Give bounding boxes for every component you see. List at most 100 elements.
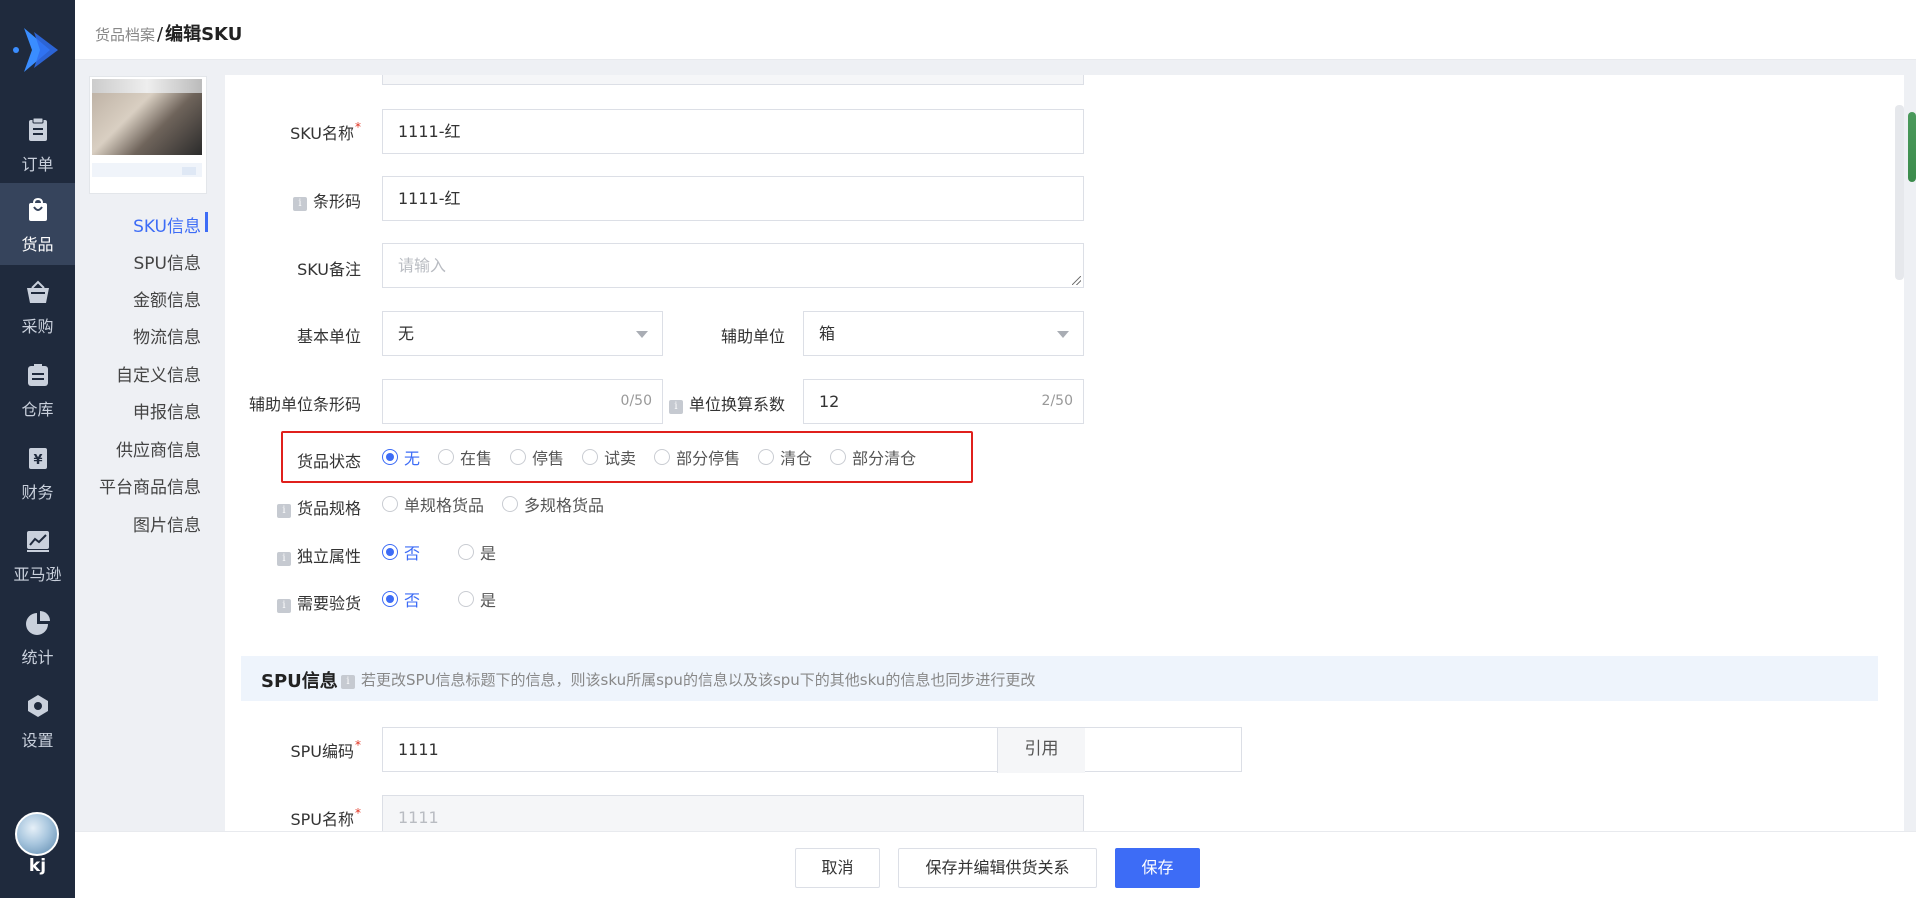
barcode-label: i 条形码 [292,188,361,212]
radio-button[interactable] [502,496,519,512]
svg-text:¥: ¥ [33,453,42,468]
section-nav-images[interactable]: 图片信息 [133,511,201,536]
nav-item-finance[interactable]: ¥ 财务 [0,431,75,513]
nav-item-statistics[interactable]: 统计 [0,596,75,678]
goods-spec-option-single[interactable]: 单规格货品 [382,492,484,516]
radio-button[interactable] [458,591,475,607]
radio-button[interactable] [382,496,398,512]
nav-label: 订单 [21,155,54,174]
section-nav-amount[interactable]: 金额信息 [133,286,201,311]
info-icon: i [668,400,683,414]
goods-status-radio-group: 无 在售 停售 试卖 部分停售 清仓 部分清仓 [382,445,934,469]
need-inspection-option-no[interactable]: 否 [382,587,420,611]
radio-button[interactable] [510,449,527,465]
reference-button[interactable]: 引用 [997,728,1085,773]
independent-attr-option-no[interactable]: 否 [382,540,420,564]
goods-status-option-trial[interactable]: 试卖 [582,445,636,469]
char-counter: 2/50 [1041,393,1073,409]
goods-status-option-on-sale[interactable]: 在售 [438,445,492,469]
chevron-down-icon [1057,331,1069,338]
sku-remark-label: SKU备注 [297,260,361,279]
scroll-thumb[interactable] [1908,112,1916,182]
section-nav: SKU信息 SPU信息 金额信息 物流信息 自定义信息 申报信息 供应商信息 平… [75,60,225,898]
radio-button[interactable] [654,449,671,465]
need-inspection-option-yes[interactable]: 是 [458,587,496,611]
sku-remark-textarea[interactable]: 请输入 [382,243,1084,288]
independent-attr-option-yes[interactable]: 是 [458,540,496,564]
nav-item-purchase[interactable]: 采购 [0,265,75,347]
nav-label: 亚马逊 [13,565,62,584]
save-edit-supplier-button[interactable]: 保存并编辑供货关系 [898,848,1097,888]
radio-button[interactable] [382,544,398,560]
aux-unit-label: 辅助单位 [720,327,785,346]
aux-unit-select[interactable]: 箱 [803,311,1084,356]
nav-label: 统计 [21,648,54,667]
aux-unit-barcode-input[interactable]: 0/50 [382,379,663,424]
save-button[interactable]: 保存 [1115,848,1200,888]
radio-button[interactable] [582,449,599,465]
breadcrumb-current: 编辑SKU [165,24,243,45]
breadcrumb-parent[interactable]: 货品档案 [95,26,155,44]
logo-icon[interactable] [10,24,65,76]
barcode-input[interactable]: 1111-红 [382,176,1084,221]
aux-unit-barcode-label: 辅助单位条形码 [248,395,361,414]
spu-name-input: 1111 [382,795,1084,831]
nav-label: 货品 [21,235,54,254]
goods-status-label: 货品状态 [296,452,361,471]
nav-item-warehouse[interactable]: 仓库 [0,348,75,430]
spu-code-input[interactable]: 1111 引用 [382,727,1242,773]
hexagon-gear-icon [28,695,48,717]
independent-attr-label: i 独立属性 [276,543,361,567]
goods-status-option-none[interactable]: 无 [382,445,420,469]
section-nav-declaration[interactable]: 申报信息 [133,398,201,423]
goods-status-option-partial-discontinued[interactable]: 部分停售 [654,445,740,469]
active-indicator [205,212,208,232]
radio-button[interactable] [438,449,455,465]
section-nav-spu[interactable]: SPU信息 [134,249,202,274]
sku-name-input[interactable]: 1111-红 [382,109,1084,154]
section-nav-platform[interactable]: 平台商品信息 [99,473,201,498]
section-nav-supplier[interactable]: 供应商信息 [116,436,201,461]
breadcrumb: 货品档案 / 编辑SKU [95,20,242,46]
goods-status-option-clearance[interactable]: 清仓 [758,445,812,469]
section-nav-logistics[interactable]: 物流信息 [133,323,201,348]
section-nav-sku[interactable]: SKU信息 [133,212,201,237]
unit-conversion-label: i 单位换算系数 [668,391,785,415]
nav-item-settings[interactable]: 设置 [0,679,75,761]
pie-chart-icon [26,611,50,635]
cancel-button[interactable]: 取消 [795,848,880,888]
info-icon: i [276,599,291,613]
radio-button[interactable] [458,544,475,560]
nav-item-orders[interactable]: 订单 [0,103,75,185]
goods-spec-option-multi[interactable]: 多规格货品 [502,492,604,516]
base-unit-select[interactable]: 无 [382,311,663,356]
radio-button[interactable] [382,449,398,465]
vertical-scrollbar[interactable] [1895,105,1904,280]
need-inspection-radio-group: 否 是 [382,587,514,611]
radio-button[interactable] [830,449,847,465]
base-unit-value: 无 [398,324,415,343]
section-nav-custom[interactable]: 自定义信息 [116,361,201,386]
previous-field [382,75,1084,85]
chevron-down-icon [636,331,648,338]
nav-label: 财务 [21,483,54,502]
product-thumbnail[interactable] [89,76,207,194]
info-icon: i [292,197,307,211]
aux-unit-value: 箱 [819,324,836,343]
basket-icon [27,280,49,303]
need-inspection-label: i 需要验货 [276,590,361,614]
char-counter: 0/50 [620,393,652,409]
goods-status-option-discontinued[interactable]: 停售 [510,445,564,469]
nav-item-amazon[interactable]: 亚马逊 [0,513,75,595]
spu-code-label: SPU编码* [290,738,361,761]
resize-handle[interactable] [1072,276,1081,285]
radio-button[interactable] [382,591,398,607]
sku-name-label: SKU名称* [290,120,361,143]
avatar[interactable] [15,812,59,856]
yen-icon: ¥ [29,448,47,469]
spu-code-value: 1111 [398,740,439,759]
goods-status-option-partial-clearance[interactable]: 部分清仓 [830,445,916,469]
nav-item-goods[interactable]: 货品 [0,183,75,265]
unit-conversion-input[interactable]: 12 2/50 [803,379,1084,424]
radio-button[interactable] [758,449,775,465]
